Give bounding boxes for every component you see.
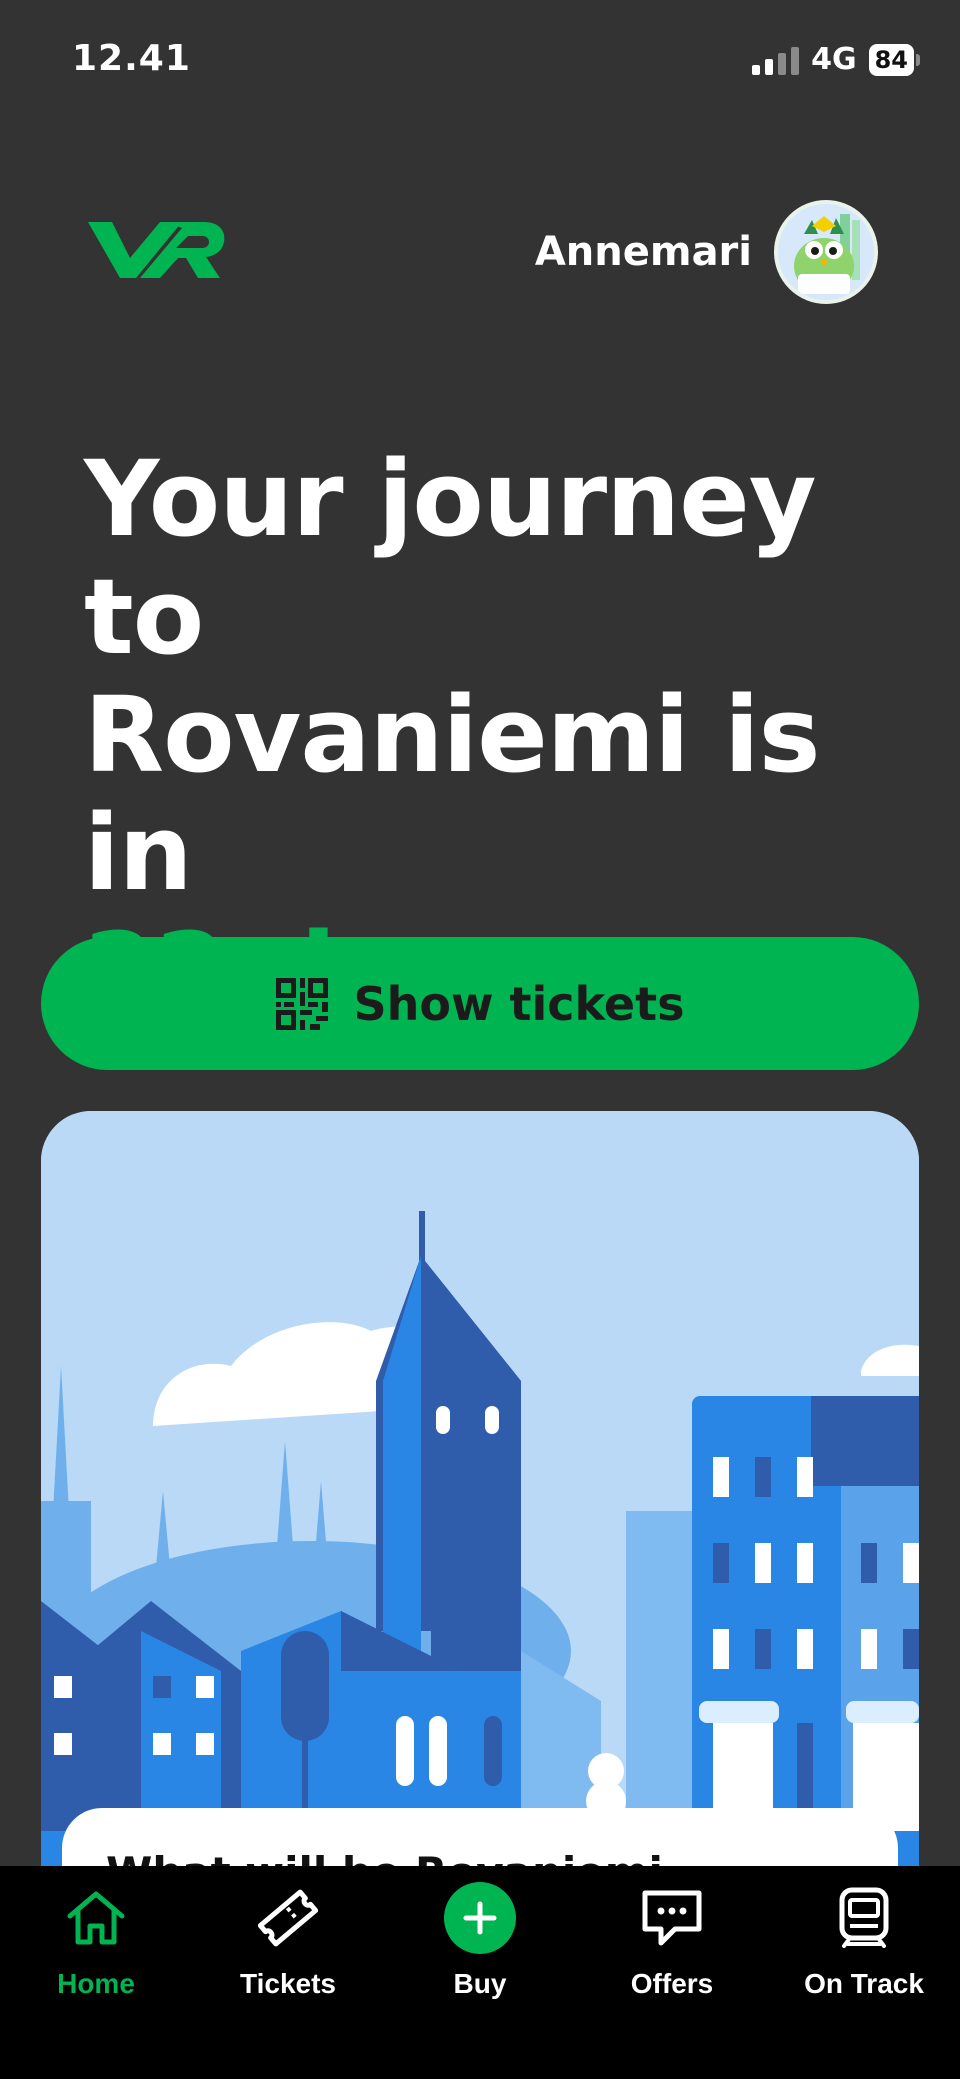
home-screen: 12.41 4G 84 Annemari Your journey to Rov… <box>0 0 960 2079</box>
mascot-avatar-icon[interactable] <box>774 200 878 304</box>
home-icon <box>58 1880 134 1956</box>
tab-home-label: Home <box>57 1968 135 1999</box>
tab-offers-label: Offers <box>630 1968 714 1999</box>
chat-bubble-icon <box>634 1880 710 1956</box>
vr-logo <box>88 222 225 278</box>
tab-home[interactable]: Home <box>0 1866 192 2079</box>
show-tickets-label: Show tickets <box>353 976 685 1031</box>
status-time: 12.41 <box>72 38 191 79</box>
battery-icon: 84 <box>868 43 920 76</box>
qr-code-icon <box>275 977 328 1030</box>
ticket-icon <box>250 1880 326 1956</box>
plus-icon <box>442 1880 518 1956</box>
tab-buy-label: Buy <box>453 1968 507 1999</box>
user-profile[interactable]: Annemari <box>535 200 878 304</box>
battery-level: 84 <box>868 43 914 76</box>
status-indicators: 4G 84 <box>752 42 920 77</box>
signal-icon <box>752 45 800 75</box>
tab-tickets[interactable]: Tickets <box>192 1866 384 2079</box>
train-icon <box>826 1880 902 1956</box>
bottom-tab-bar: Home Tickets Buy Offers On Track <box>0 1866 960 2079</box>
status-bar: 12.41 4G 84 <box>0 0 960 120</box>
tab-tickets-label: Tickets <box>240 1968 336 1999</box>
tab-on-track-label: On Track <box>804 1968 924 1999</box>
headline-line-1: Your journey to <box>84 438 817 678</box>
show-tickets-button[interactable]: Show tickets <box>41 937 919 1070</box>
network-type: 4G <box>811 42 857 77</box>
user-name: Annemari <box>534 229 752 275</box>
tab-offers[interactable]: Offers <box>576 1866 768 2079</box>
headline-line-2: Rovaniemi is in <box>84 674 821 914</box>
tab-buy[interactable]: Buy <box>384 1866 576 2079</box>
tab-on-track[interactable]: On Track <box>768 1866 960 2079</box>
